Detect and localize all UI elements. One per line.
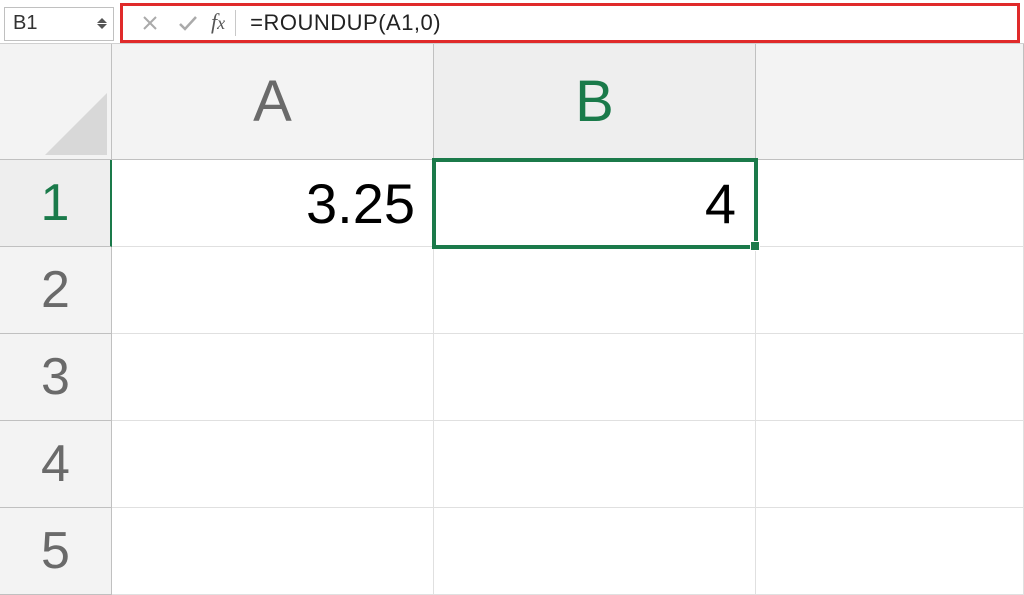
cell-a5[interactable] [112, 508, 434, 595]
spreadsheet-grid: A B 1 3.25 4 2 3 4 5 [0, 44, 1024, 595]
cancel-icon[interactable] [137, 10, 163, 36]
row-header-3[interactable]: 3 [0, 334, 112, 421]
name-box-spinner[interactable] [97, 18, 107, 29]
cell-b4[interactable] [434, 421, 756, 508]
name-box-value: B1 [13, 12, 97, 35]
cell-a4[interactable] [112, 421, 434, 508]
formula-input[interactable]: =ROUNDUP(A1,0) [250, 10, 1017, 36]
cell-a2[interactable] [112, 247, 434, 334]
chevron-down-icon [97, 24, 107, 29]
cell-b1[interactable]: 4 [432, 158, 758, 249]
cell-a1[interactable]: 3.25 [112, 160, 434, 247]
cell-c5[interactable] [756, 508, 1024, 595]
cell-b2[interactable] [434, 247, 756, 334]
select-all-corner[interactable] [0, 44, 112, 160]
cell-c1[interactable] [756, 160, 1024, 247]
name-box[interactable]: B1 [4, 7, 114, 41]
formula-bar-highlight: fx =ROUNDUP(A1,0) [120, 3, 1020, 43]
fill-handle[interactable] [750, 241, 760, 251]
cell-b5[interactable] [434, 508, 756, 595]
enter-icon[interactable] [175, 10, 201, 36]
cell-b3[interactable] [434, 334, 756, 421]
col-header-empty[interactable] [756, 44, 1024, 160]
formula-bar: B1 fx =ROUNDUP(A1,0) [0, 0, 1024, 44]
cell-c4[interactable] [756, 421, 1024, 508]
divider [235, 10, 236, 36]
select-all-triangle-icon [45, 93, 107, 155]
cell-c3[interactable] [756, 334, 1024, 421]
cell-a3[interactable] [112, 334, 434, 421]
row-header-1[interactable]: 1 [0, 160, 112, 247]
row-header-5[interactable]: 5 [0, 508, 112, 595]
fx-button[interactable]: fx [211, 9, 225, 35]
cell-c2[interactable] [756, 247, 1024, 334]
cell-b1-value: 4 [705, 171, 736, 236]
col-header-a[interactable]: A [112, 44, 434, 160]
row-header-4[interactable]: 4 [0, 421, 112, 508]
row-header-2[interactable]: 2 [0, 247, 112, 334]
chevron-up-icon [97, 18, 107, 23]
col-header-b[interactable]: B [434, 44, 756, 160]
